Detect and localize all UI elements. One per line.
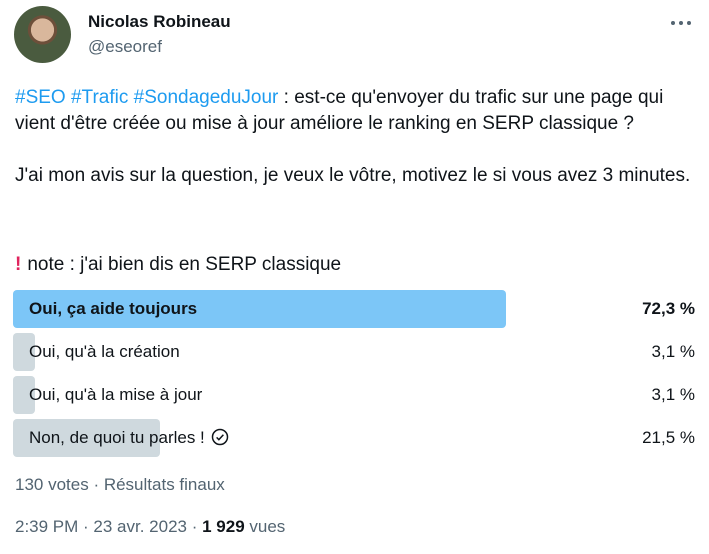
- check-circle-icon: [211, 428, 229, 446]
- timestamp[interactable]: 2:39 PM · 23 avr. 2023 ·: [15, 517, 202, 536]
- author-name[interactable]: Nicolas Robineau: [88, 12, 231, 32]
- note-text: note : j'ai bien dis en SERP classique: [27, 254, 342, 275]
- poll-option-percent: 21,5 %: [642, 428, 695, 447]
- poll-option-percent: 3,1 %: [651, 385, 695, 404]
- author-handle[interactable]: @eseoref: [88, 37, 162, 57]
- tweet-text: #SEO #Trafic #SondageduJour : est-ce qu'…: [15, 85, 695, 215]
- poll-option-3: Oui, qu'à la mise à jour 3,1 %: [13, 376, 695, 414]
- hashtag-trafic[interactable]: #Trafic: [71, 87, 128, 108]
- tweet-note: ! note : j'ai bien dis en SERP classique: [15, 254, 341, 276]
- poll-option-label: Oui, qu'à la mise à jour: [29, 385, 203, 404]
- tweet-paragraph-1: #SEO #Trafic #SondageduJour : est-ce qu'…: [15, 85, 695, 137]
- views-label: vues: [244, 517, 286, 536]
- poll-option-percent: 3,1 %: [651, 342, 695, 361]
- poll-footer: 130 votes · Résultats finaux: [15, 475, 225, 494]
- poll-option-2: Oui, qu'à la création 3,1 %: [13, 333, 695, 371]
- poll-option-label: Non, de quoi tu parles !: [29, 428, 229, 448]
- tweet-meta: 2:39 PM · 23 avr. 2023 · 1 929 vues: [15, 517, 285, 537]
- hashtag-seo[interactable]: #SEO: [15, 87, 66, 108]
- views-count: 1 929: [202, 517, 245, 536]
- poll-option-label: Oui, qu'à la création: [29, 342, 180, 361]
- poll-option-text: Non, de quoi tu parles !: [29, 428, 205, 447]
- poll-option-percent: 72,3 %: [642, 299, 695, 318]
- exclamation-icon: !: [15, 254, 22, 275]
- avatar[interactable]: [14, 6, 71, 63]
- more-options-icon[interactable]: [670, 12, 694, 32]
- poll-option-1: Oui, ça aide toujours 72,3 %: [13, 290, 695, 328]
- hashtag-sondagedujour[interactable]: #SondageduJour: [134, 87, 279, 108]
- tweet-paragraph-2: J'ai mon avis sur la question, je veux l…: [15, 165, 691, 186]
- poll-option-4: Non, de quoi tu parles ! 21,5 %: [13, 419, 695, 457]
- poll-option-label: Oui, ça aide toujours: [29, 299, 198, 318]
